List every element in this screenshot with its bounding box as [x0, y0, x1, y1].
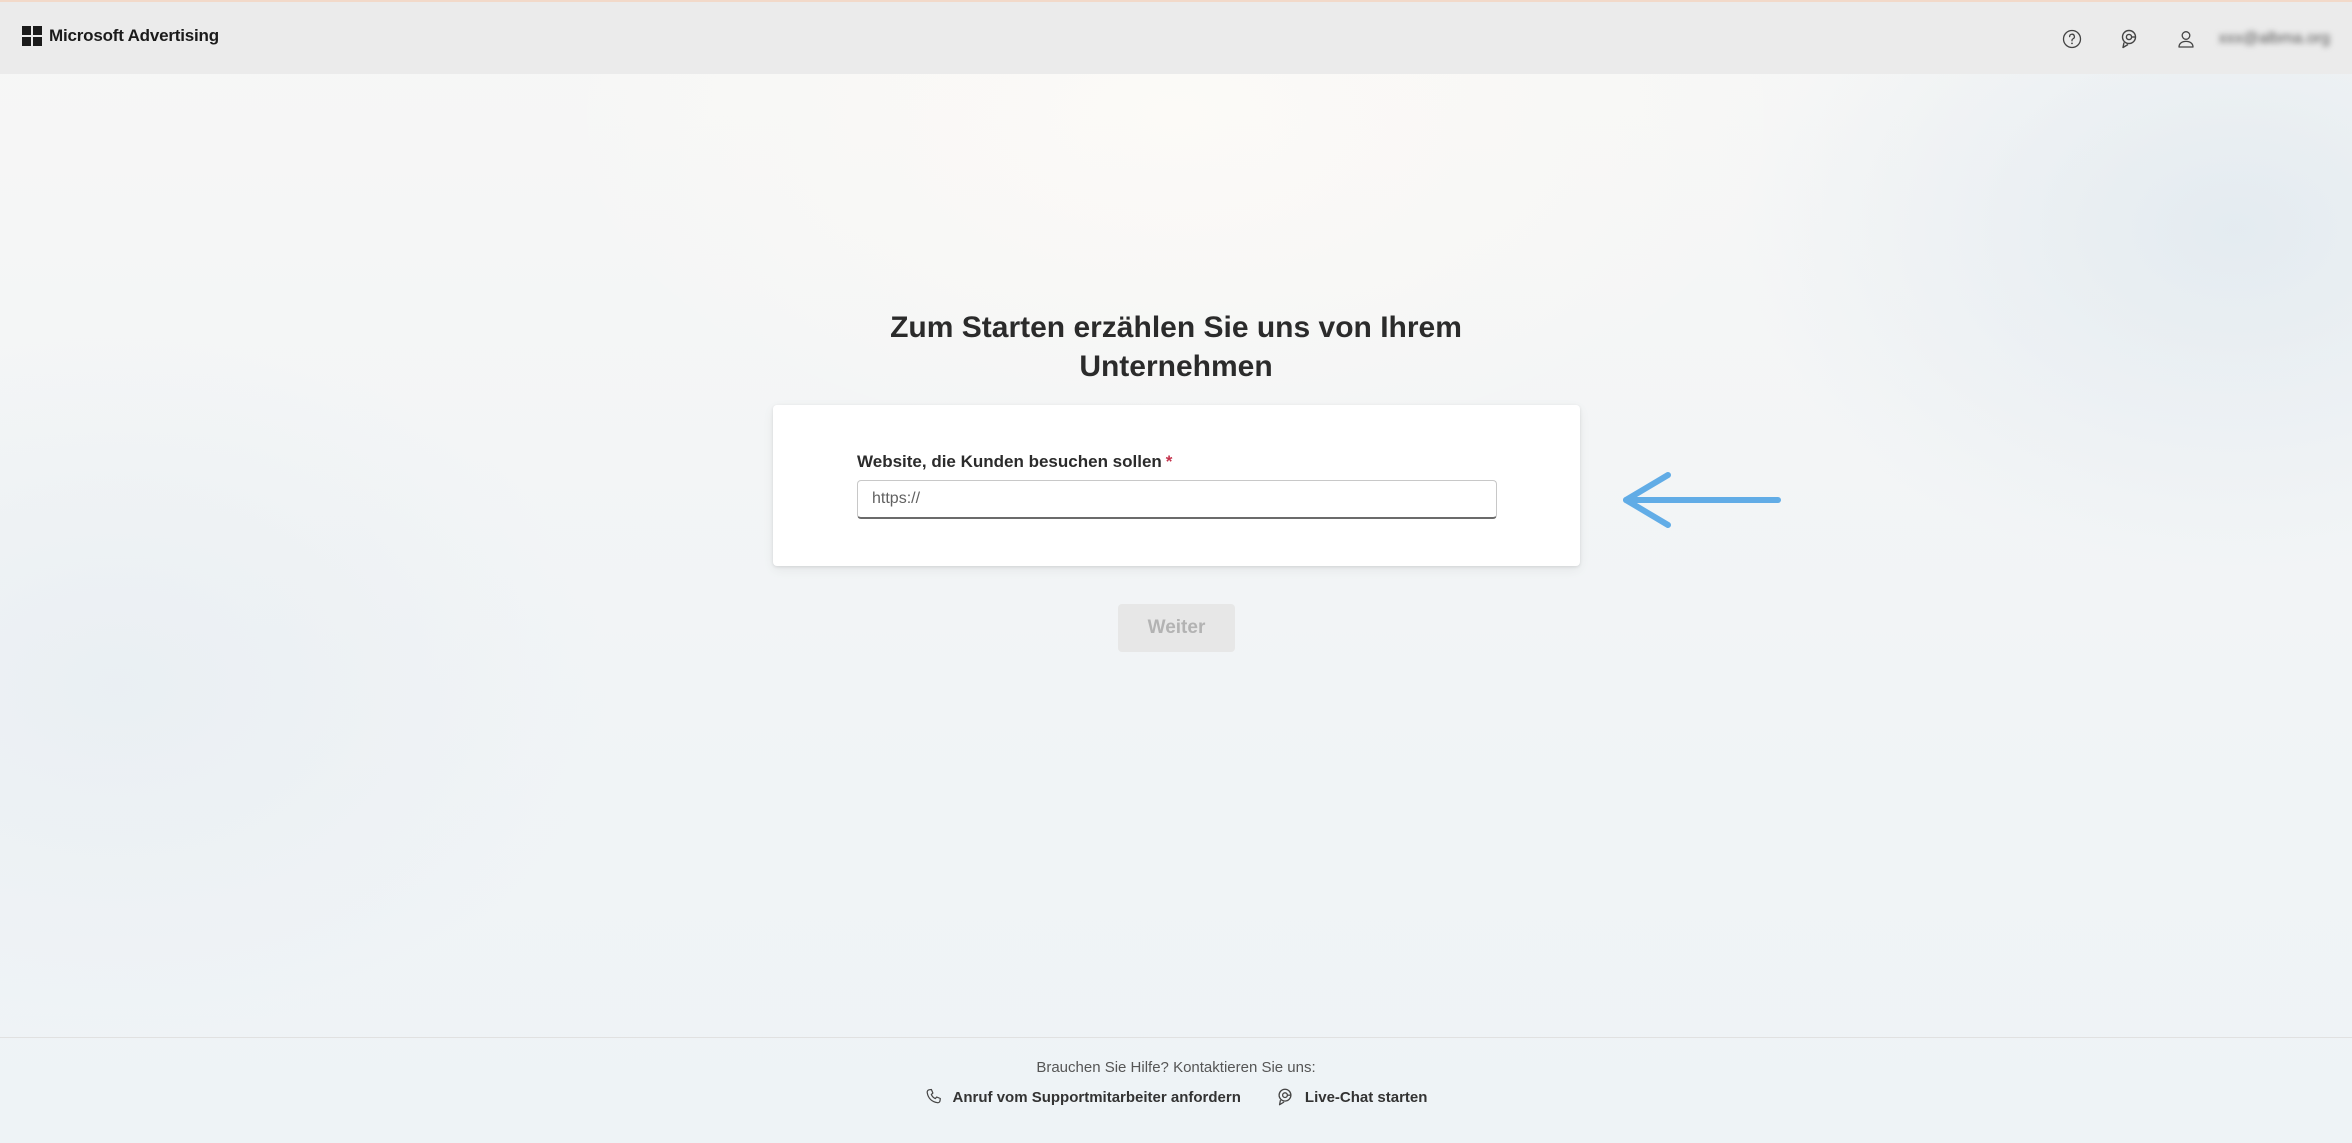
next-button[interactable]: Weiter: [1118, 604, 1235, 652]
website-label-text: Website, die Kunden besuchen sollen: [857, 452, 1162, 471]
website-form-card: Website, die Kunden besuchen sollen *: [773, 405, 1580, 566]
chat-icon: [1278, 1088, 1292, 1106]
help-text: Brauchen Sie Hilfe? Kontaktieren Sie uns…: [1036, 1059, 1316, 1076]
phone-icon: [926, 1088, 941, 1104]
call-support-label: Anruf vom Supportmitarbeiter anfordern: [952, 1088, 1241, 1106]
footer-links: Anruf vom Supportmitarbeiter anfordern L…: [0, 1087, 2352, 1107]
call-support-link[interactable]: Anruf vom Supportmitarbeiter anfordern: [925, 1087, 1241, 1107]
user-email[interactable]: xxx@albma.org: [2219, 30, 2330, 48]
chat-support-icon[interactable]: [2114, 24, 2144, 54]
page-title: Zum Starten erzählen Sie uns von Ihrem U…: [890, 311, 1462, 383]
brand-name: Microsoft Advertising: [49, 26, 219, 45]
website-field-label: Website, die Kunden besuchen sollen *: [857, 452, 1172, 472]
website-input[interactable]: [857, 480, 1497, 519]
user-icon[interactable]: [2171, 24, 2201, 54]
live-chat-link[interactable]: Live-Chat starten: [1275, 1087, 1428, 1107]
footer-divider: [0, 1037, 2352, 1038]
annotation-arrow-icon: [1623, 472, 1781, 528]
top-bar: Microsoft Advertising xxx@albma.org: [0, 0, 2352, 74]
live-chat-label: Live-Chat starten: [1304, 1088, 1428, 1106]
microsoft-logo-icon: [22, 26, 42, 46]
required-marker: *: [1165, 452, 1173, 471]
help-icon[interactable]: [2057, 24, 2087, 54]
brand[interactable]: Microsoft Advertising: [22, 26, 219, 46]
header-actions: xxx@albma.org: [2030, 24, 2330, 54]
